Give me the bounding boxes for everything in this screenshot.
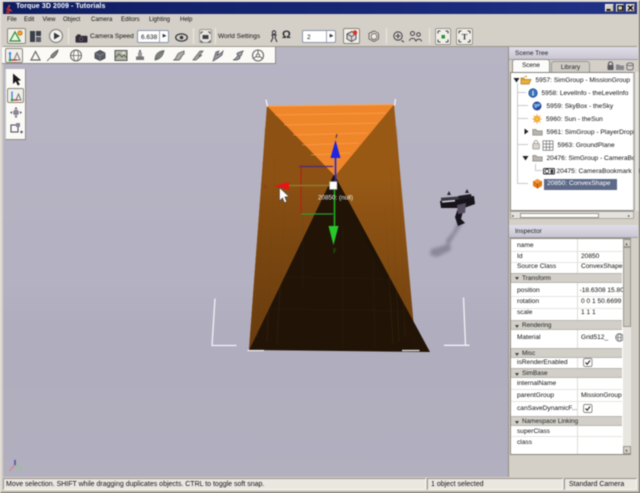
svg-text:20850: (null): 20850: (null): [318, 195, 353, 202]
svg-text:x: x: [264, 184, 267, 190]
svg-text:T: T: [462, 33, 468, 42]
svg-text:y: y: [333, 248, 336, 254]
svg-text:i: i: [532, 90, 534, 98]
